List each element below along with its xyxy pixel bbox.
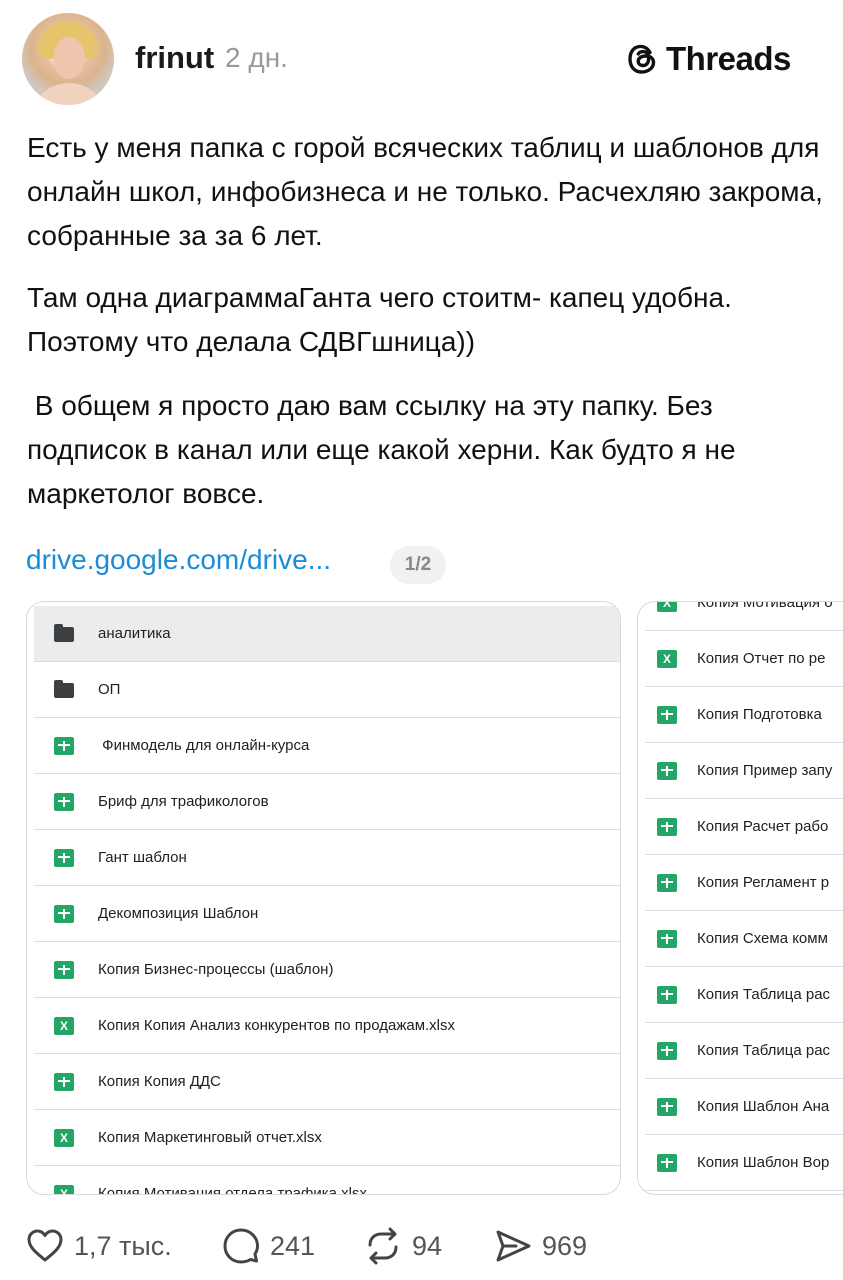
- file-list: аналитика ОП Финмодель для онлайн-курса Бр…: [34, 606, 620, 1195]
- file-row[interactable]: Бриф для трафикологов: [34, 774, 620, 830]
- sheets-icon: [657, 1153, 677, 1172]
- file-row[interactable]: Декомпозиция Шаблон: [34, 886, 620, 942]
- drive-screenshot-1[interactable]: аналитика ОП Финмодель для онлайн-курса Бр…: [26, 601, 621, 1195]
- file-row[interactable]: X Копия Мотивация отдела трафика.xlsx: [34, 1166, 620, 1195]
- file-name: Копия Мотивация отдела трафика.xlsx: [98, 1185, 367, 1195]
- file-row[interactable]: Копия Схема комм: [645, 911, 843, 967]
- avatar[interactable]: [22, 13, 114, 105]
- avatar-face: [53, 37, 85, 79]
- file-name: Копия Шаблон Вор: [697, 1154, 830, 1171]
- file-row[interactable]: Финмодель для онлайн-курса: [34, 718, 620, 774]
- file-name: аналитика: [98, 625, 171, 642]
- file-name: Копия Регламент р: [697, 874, 830, 891]
- file-name: Копия Бизнес-процессы (шаблон): [98, 961, 334, 978]
- file-row[interactable]: Копия Бизнес-процессы (шаблон): [34, 942, 620, 998]
- sheets-icon: [657, 817, 677, 836]
- sheets-icon: [54, 848, 74, 867]
- repost-icon: [368, 1227, 398, 1265]
- drive-screenshot-2[interactable]: X Копия Мотивация о X Копия Отчет по ре Копи…: [637, 601, 843, 1195]
- file-name: Копия Шаблон Ана: [697, 1098, 830, 1115]
- file-name: Копия Схема комм: [697, 930, 828, 947]
- excel-icon: X: [54, 1016, 74, 1035]
- file-row[interactable]: Копия Подготовка: [645, 687, 843, 743]
- send-icon: [496, 1230, 531, 1262]
- file-name: Копия Отчет по ре: [697, 650, 826, 667]
- file-name: Бриф для трафикологов: [98, 793, 269, 810]
- excel-icon: X: [54, 1184, 74, 1194]
- sheets-icon: [54, 904, 74, 923]
- file-row[interactable]: Копия Таблица рас: [645, 1023, 843, 1079]
- share-button[interactable]: 969: [494, 1224, 587, 1268]
- sheets-icon: [54, 1072, 74, 1091]
- comment-button[interactable]: 241: [222, 1224, 315, 1268]
- media-pager: 1/2: [390, 546, 446, 584]
- file-row[interactable]: Гант шаблон: [34, 830, 620, 886]
- file-row[interactable]: X Копия Мотивация о: [645, 601, 843, 631]
- comment-icon: [223, 1228, 259, 1264]
- file-list: X Копия Мотивация о X Копия Отчет по ре Копи…: [645, 601, 843, 1191]
- folder-icon: [54, 624, 74, 642]
- repost-button[interactable]: 94: [364, 1224, 442, 1268]
- file-name: Копия Копия Анализ конкурентов по продаж…: [98, 1017, 456, 1034]
- excel-icon: X: [54, 1128, 74, 1147]
- file-name: Копия Пример запу: [697, 762, 833, 779]
- file-name: Гант шаблон: [98, 849, 187, 866]
- sheets-icon: [54, 960, 74, 979]
- file-name: ОП: [98, 681, 121, 698]
- file-name: Копия Мотивация о: [697, 601, 833, 611]
- file-row[interactable]: Копия Шаблон Ана: [645, 1079, 843, 1135]
- avatar-shoulder: [30, 83, 108, 105]
- share-count: 969: [542, 1230, 588, 1261]
- file-name: Финмодель для онлайн-курса: [98, 737, 310, 754]
- file-row[interactable]: Копия Расчет рабо: [645, 799, 843, 855]
- file-row[interactable]: X Копия Маркетинговый отчет.xlsx: [34, 1110, 620, 1166]
- heart-icon: [27, 1229, 63, 1262]
- file-row[interactable]: Копия Регламент р: [645, 855, 843, 911]
- post-body: Есть у меня папка с горой всяческих табл…: [27, 126, 827, 516]
- threads-brand[interactable]: Threads: [624, 40, 791, 78]
- file-name: Копия Подготовка: [697, 706, 822, 723]
- comment-count: 241: [270, 1230, 316, 1261]
- file-row[interactable]: Копия Копия ДДС: [34, 1054, 620, 1110]
- repost-count: 94: [412, 1230, 443, 1261]
- file-row[interactable]: Копия Пример запу: [645, 743, 843, 799]
- file-name: Копия Маркетинговый отчет.xlsx: [98, 1129, 322, 1146]
- file-row[interactable]: аналитика: [34, 606, 620, 662]
- like-count: 1,7 тыс.: [74, 1230, 172, 1261]
- sheets-icon: [657, 873, 677, 892]
- post-time: 2 дн.: [225, 42, 288, 73]
- excel-icon: X: [657, 602, 677, 612]
- action-bar: 1,7 тыс. 241 94 969: [0, 1224, 843, 1268]
- file-row[interactable]: X Копия Копия Анализ конкурентов по прода…: [34, 998, 620, 1054]
- post-paragraph-2: Там одна диаграммаГанта чего стоитм- кап…: [27, 282, 732, 357]
- sheets-icon: [657, 985, 677, 1004]
- drive-link[interactable]: drive.google.com/drive...: [26, 544, 331, 576]
- sheets-icon: [657, 761, 677, 780]
- post-paragraph-1: Есть у меня папка с горой всяческих табл…: [27, 132, 823, 251]
- brand-label: Threads: [666, 40, 791, 77]
- username[interactable]: frinut: [135, 40, 214, 76]
- sheets-icon: [54, 792, 74, 811]
- like-button[interactable]: 1,7 тыс.: [26, 1224, 172, 1268]
- file-row[interactable]: Копия Шаблон Вор: [645, 1135, 843, 1191]
- file-name: Копия Копия ДДС: [98, 1073, 221, 1090]
- post-paragraph-3: В общем я просто даю вам ссылку на эту п…: [27, 390, 744, 509]
- file-name: Копия Расчет рабо: [697, 818, 829, 835]
- sheets-icon: [657, 1041, 677, 1060]
- file-row[interactable]: X Копия Отчет по ре: [645, 631, 843, 687]
- file-name: Декомпозиция Шаблон: [98, 905, 259, 922]
- folder-icon: [54, 680, 74, 698]
- file-name: Копия Таблица рас: [697, 986, 831, 1003]
- sheets-icon: [54, 736, 74, 755]
- sheets-icon: [657, 705, 677, 724]
- threads-logo-icon: [628, 44, 656, 74]
- file-name: Копия Таблица рас: [697, 1042, 831, 1059]
- excel-icon: X: [657, 649, 677, 668]
- sheets-icon: [657, 1097, 677, 1116]
- file-row[interactable]: ОП: [34, 662, 620, 718]
- file-row[interactable]: Копия Таблица рас: [645, 967, 843, 1023]
- sheets-icon: [657, 929, 677, 948]
